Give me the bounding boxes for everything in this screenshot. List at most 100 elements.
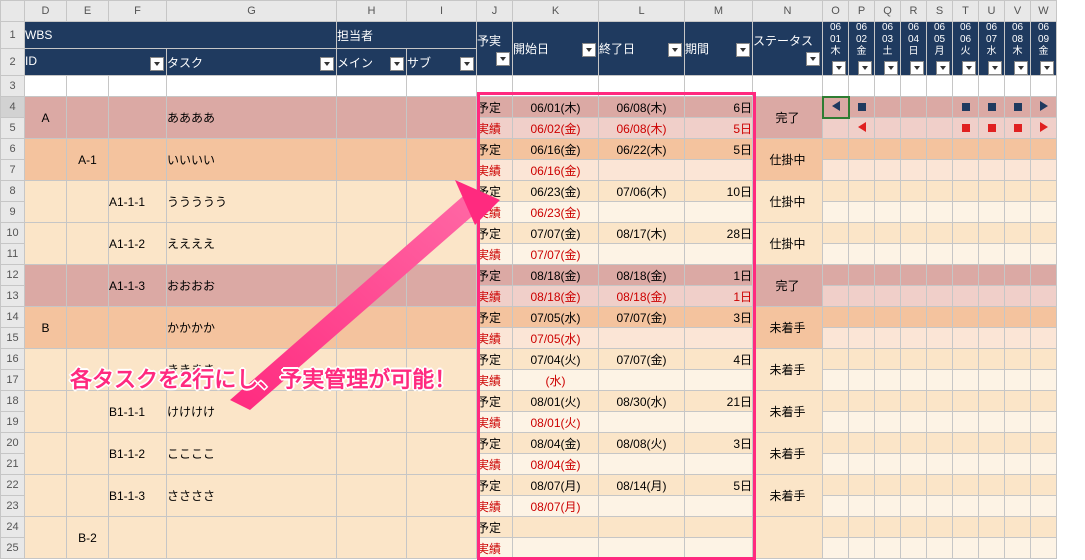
gantt-cell[interactable] [875,97,901,118]
gantt-cell[interactable] [875,370,901,391]
actual-start[interactable] [513,538,599,559]
assignee-sub[interactable] [407,181,477,223]
col-header-T[interactable]: T [953,1,979,22]
gantt-cell[interactable] [1005,97,1031,118]
gantt-cell[interactable] [927,223,953,244]
gantt-cell[interactable] [927,307,953,328]
assignee-sub[interactable] [407,139,477,181]
plan-label[interactable]: 予定 [477,139,513,160]
gantt-cell[interactable] [953,97,979,118]
gantt-cell[interactable] [823,370,849,391]
plan-label[interactable]: 予定 [477,475,513,496]
filter-dropdown-icon[interactable] [496,52,510,66]
gantt-cell[interactable] [875,496,901,517]
gantt-cell[interactable] [1005,160,1031,181]
row-header-17[interactable]: 17 [1,370,25,391]
actual-start[interactable]: 08/01(火) [513,412,599,433]
plan-end[interactable]: 07/07(金) [599,307,685,328]
gantt-cell[interactable] [953,265,979,286]
actual-start[interactable]: (水) [513,370,599,391]
actual-label[interactable]: 実績 [477,454,513,475]
plan-duration[interactable]: 21日 [685,391,753,412]
gantt-cell[interactable] [979,223,1005,244]
actual-label[interactable]: 実績 [477,496,513,517]
select-all-corner[interactable] [1,1,25,22]
task-id[interactable]: B [25,307,67,349]
gantt-cell[interactable] [1031,349,1057,370]
row-header-23[interactable]: 23 [1,496,25,517]
gantt-cell[interactable] [953,517,979,538]
gantt-cell[interactable] [1005,412,1031,433]
gantt-cell[interactable] [875,517,901,538]
gantt-cell[interactable] [849,202,875,223]
gantt-cell[interactable] [1005,370,1031,391]
plan-start[interactable]: 07/05(水) [513,307,599,328]
gantt-cell[interactable] [901,349,927,370]
gantt-cell[interactable] [849,475,875,496]
gantt-cell[interactable] [875,118,901,139]
assignee-sub[interactable] [407,391,477,433]
task-id[interactable] [25,181,67,223]
gantt-cell[interactable] [901,517,927,538]
gantt-cell[interactable] [979,244,1005,265]
plan-label[interactable]: 予定 [477,97,513,118]
row-header-3[interactable]: 3 [1,76,25,97]
gantt-cell[interactable] [875,475,901,496]
gantt-cell[interactable] [1031,286,1057,307]
row-header-16[interactable]: 16 [1,349,25,370]
actual-label[interactable]: 実績 [477,244,513,265]
assignee-sub[interactable] [407,223,477,265]
task-id[interactable]: B-2 [67,517,109,559]
gantt-cell[interactable] [979,454,1005,475]
plan-duration[interactable]: 5日 [685,475,753,496]
gantt-cell[interactable] [979,433,1005,454]
gantt-cell[interactable] [979,412,1005,433]
col-header-R[interactable]: R [901,1,927,22]
row-header-1[interactable]: 1 [1,22,25,49]
gantt-cell[interactable] [823,223,849,244]
gantt-cell[interactable] [849,433,875,454]
task-id[interactable] [25,391,67,433]
task-status[interactable]: 完了 [753,97,823,139]
gantt-cell[interactable] [953,286,979,307]
gantt-cell[interactable] [823,517,849,538]
task-id[interactable] [25,349,67,391]
plan-start[interactable]: 08/07(月) [513,475,599,496]
task-status[interactable]: 未着手 [753,391,823,433]
task-id[interactable]: A-1 [67,139,109,181]
plan-start[interactable]: 07/07(金) [513,223,599,244]
task-status[interactable]: 未着手 [753,307,823,349]
gantt-cell[interactable] [953,118,979,139]
task-status[interactable]: 仕掛中 [753,181,823,223]
task-id[interactable]: A [25,97,67,139]
row-header-8[interactable]: 8 [1,181,25,202]
assignee-sub[interactable] [407,349,477,391]
actual-duration[interactable] [685,160,753,181]
task-id[interactable] [109,517,167,559]
plan-label[interactable]: 予定 [477,223,513,244]
row-header-24[interactable]: 24 [1,517,25,538]
assignee-sub[interactable] [407,97,477,139]
gantt-cell[interactable] [849,349,875,370]
gantt-cell[interactable] [979,181,1005,202]
row-header-4[interactable]: 4 [1,97,25,118]
actual-label[interactable]: 実績 [477,538,513,559]
actual-label[interactable]: 実績 [477,412,513,433]
gantt-cell[interactable] [823,97,849,118]
actual-end[interactable] [599,328,685,349]
col-header-I[interactable]: I [407,1,477,22]
gantt-cell[interactable] [849,244,875,265]
row-header-6[interactable]: 6 [1,139,25,160]
actual-start[interactable]: 07/05(水) [513,328,599,349]
row-header-14[interactable]: 14 [1,307,25,328]
plan-duration[interactable]: 3日 [685,433,753,454]
plan-end[interactable]: 08/17(木) [599,223,685,244]
gantt-cell[interactable] [823,475,849,496]
actual-start[interactable]: 06/16(金) [513,160,599,181]
gantt-cell[interactable] [1031,202,1057,223]
gantt-cell[interactable] [953,475,979,496]
task-name[interactable]: ささささ [167,475,337,517]
gantt-cell[interactable] [849,517,875,538]
plan-duration[interactable]: 28日 [685,223,753,244]
actual-label[interactable]: 実績 [477,370,513,391]
